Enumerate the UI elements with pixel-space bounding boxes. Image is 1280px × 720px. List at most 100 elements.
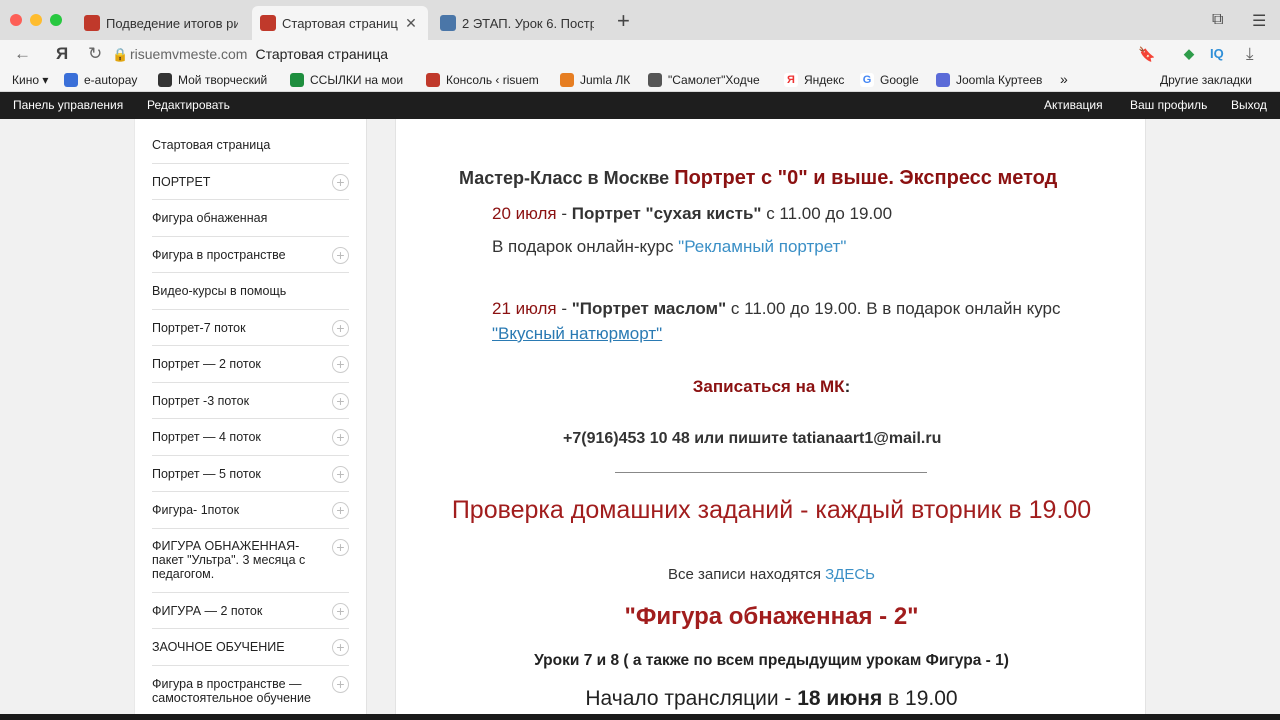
- profile-link[interactable]: Ваш профиль: [1130, 98, 1207, 112]
- expand-plus-icon[interactable]: +: [332, 356, 349, 373]
- event-2-name: "Портрет маслом": [571, 299, 727, 318]
- sidebar-item[interactable]: Стартовая страница: [152, 127, 349, 164]
- gift-2-link[interactable]: "Вкусный натюрморт": [492, 324, 662, 344]
- sidebar-item[interactable]: Фигура в пространстве — самостоятельное …: [152, 666, 349, 716]
- gift-1-text: В подарок онлайн-курс: [492, 237, 679, 256]
- bookmark-jumla[interactable]: Jumla ЛК: [560, 73, 630, 87]
- joomla-icon: [936, 73, 950, 87]
- tab-lesson[interactable]: 2 ЭТАП. Урок 6. Построе: [432, 6, 604, 40]
- tab-favicon-icon: [84, 15, 100, 31]
- records-text: Все записи находятся: [667, 566, 826, 583]
- broadcast-line: Начало трансляции - 18 июня в 19.00: [396, 687, 1147, 711]
- expand-plus-icon[interactable]: +: [332, 639, 349, 656]
- bookmark-label: Jumla ЛК: [580, 73, 631, 87]
- sidebar-item[interactable]: ФИГУРА ОБНАЖЕННАЯ-пакет "Ультра". 3 меся…: [152, 529, 349, 593]
- bookmark-label: Яндекс: [804, 73, 845, 87]
- expand-plus-icon[interactable]: +: [332, 602, 349, 620]
- window-icon[interactable]: ⧉: [1212, 11, 1223, 29]
- bookmark-my-creative[interactable]: Мой творческий: [158, 73, 267, 87]
- url-host: risuemvmeste.com: [130, 46, 248, 62]
- close-window-button[interactable]: [10, 14, 22, 26]
- bookmark-label: e-autopay: [84, 73, 138, 87]
- sidebar-item[interactable]: Фигура обнаженная: [152, 200, 349, 237]
- expand-plus-icon[interactable]: +: [332, 319, 349, 337]
- download-icon[interactable]: ⤓: [1246, 44, 1254, 64]
- bookmark-console[interactable]: Консоль ‹ risuem: [426, 73, 539, 87]
- bottom-edge: [0, 714, 1280, 720]
- main-content: Мастер-Класс в Москве Портрет с "0" и вы…: [395, 119, 1146, 720]
- expand-plus-icon[interactable]: +: [332, 392, 349, 410]
- bookmark-yandex[interactable]: Я Яндекс: [784, 73, 844, 87]
- sidebar-item[interactable]: ЗАОЧНОЕ ОБУЧЕНИЕ +: [152, 629, 349, 666]
- sidebar-item[interactable]: Портрет-7 поток +: [152, 310, 349, 346]
- sidebar-item[interactable]: ФИГУРА — 2 поток +: [152, 593, 349, 629]
- expand-plus-icon[interactable]: +: [332, 173, 349, 191]
- yandex-icon[interactable]: Я: [56, 44, 68, 64]
- bookmark-icon[interactable]: 🔖: [1138, 46, 1155, 63]
- other-bookmarks[interactable]: Другие закладки: [1160, 73, 1252, 87]
- records-link[interactable]: ЗДЕСЬ: [825, 566, 875, 583]
- bookmark-label: "Самолет"Ходче: [668, 73, 760, 87]
- bookmark-links[interactable]: ССЫЛКИ на мои: [290, 73, 403, 87]
- new-tab-icon[interactable]: +: [617, 8, 630, 34]
- sidebar-item-label: ФИГУРА ОБНАЖЕННАЯ-пакет "Ультра". 3 меся…: [152, 538, 306, 581]
- iq-extension-icon[interactable]: IQ: [1210, 46, 1224, 61]
- expand-plus-icon[interactable]: +: [332, 502, 349, 519]
- expand-plus-icon[interactable]: +: [332, 675, 349, 693]
- url-field[interactable]: risuemvmeste.com Стартовая страница: [130, 46, 388, 62]
- sidebar-menu: Стартовая страница ПОРТРЕТ + Фигура обнаж…: [152, 127, 349, 716]
- yandex-icon: Я: [784, 73, 798, 87]
- event-2-date: 21 июля: [492, 299, 557, 318]
- sidebar-item[interactable]: ПОРТРЕТ +: [152, 164, 349, 200]
- figure-2-heading: "Фигура обнаженная - 2": [624, 603, 919, 630]
- logout-link[interactable]: Выход: [1231, 98, 1267, 112]
- sidebar-item[interactable]: Портрет — 4 поток +: [152, 419, 349, 456]
- back-icon[interactable]: ←: [14, 44, 31, 64]
- joomla-icon: [560, 73, 574, 87]
- broadcast-date: 18 июня: [797, 687, 883, 710]
- bookmark-favicon-icon: [64, 73, 78, 87]
- sidebar-item[interactable]: Портрет — 5 поток +: [152, 456, 349, 492]
- event-1-date: 20 июля: [492, 204, 557, 223]
- expand-plus-icon[interactable]: +: [332, 538, 349, 556]
- tab-favicon-icon: [260, 15, 276, 31]
- browser-tab-strip: Подведение итогов рисо Стартовая страниц…: [0, 0, 1280, 40]
- admin-bar: Панель управления Редактировать Активаци…: [0, 92, 1280, 119]
- minimize-window-button[interactable]: [30, 14, 42, 26]
- gift-1-link[interactable]: "Рекламный портрет": [678, 237, 846, 256]
- close-tab-icon[interactable]: ✕: [404, 15, 418, 32]
- sidebar-item-label: Стартовая страница: [152, 138, 271, 152]
- sidebar-item-label: Фигура- 1поток: [152, 503, 240, 517]
- sidebar-item[interactable]: Видео-курсы в помощь: [152, 273, 349, 310]
- reload-icon[interactable]: ↻: [88, 44, 102, 64]
- bookmark-kino[interactable]: Кино ▾: [12, 73, 48, 87]
- signup-colon: :: [844, 377, 851, 396]
- bookmark-label: Кино ▾: [12, 73, 49, 87]
- expand-plus-icon[interactable]: +: [332, 429, 349, 446]
- bookmark-samolet[interactable]: "Самолет"Ходче: [648, 73, 760, 87]
- expand-plus-icon[interactable]: +: [332, 246, 349, 264]
- broadcast-time: в 19.00: [882, 687, 958, 710]
- menu-icon[interactable]: ☰: [1252, 11, 1266, 31]
- bookmark-e-autopay[interactable]: e-autopay: [64, 73, 137, 87]
- bookmark-label: Joomla Куртеев: [956, 73, 1043, 87]
- tab-start-page[interactable]: Стартовая страница ✕: [252, 6, 428, 40]
- zoom-window-button[interactable]: [50, 14, 62, 26]
- bookmarks-more-icon[interactable]: »: [1060, 71, 1068, 87]
- extension-icon[interactable]: ◆: [1184, 46, 1194, 62]
- edit-link[interactable]: Редактировать: [147, 98, 230, 112]
- event-2-time: с 11.00 до 19.00. В в подарок онлайн кур…: [726, 299, 1061, 318]
- sidebar-item[interactable]: Фигура в пространстве +: [152, 237, 349, 273]
- dashboard-link[interactable]: Панель управления: [13, 98, 123, 112]
- sidebar-item[interactable]: Портрет -3 поток +: [152, 383, 349, 419]
- event-1-name: Портрет "сухая кисть": [571, 204, 762, 223]
- sidebar-item[interactable]: Портрет — 2 поток +: [152, 346, 349, 383]
- signup-line: Записаться на МК:: [396, 377, 1147, 397]
- expand-plus-icon[interactable]: +: [332, 465, 349, 483]
- tab-results[interactable]: Подведение итогов рисо: [76, 6, 248, 40]
- activation-link[interactable]: Активация: [1044, 98, 1103, 112]
- gift-1: В подарок онлайн-курс "Рекламный портрет…: [492, 237, 846, 257]
- bookmark-google[interactable]: G Google: [860, 73, 919, 87]
- sidebar-item[interactable]: Фигура- 1поток +: [152, 492, 349, 529]
- bookmark-joomla-kurteev[interactable]: Joomla Куртеев: [936, 73, 1042, 87]
